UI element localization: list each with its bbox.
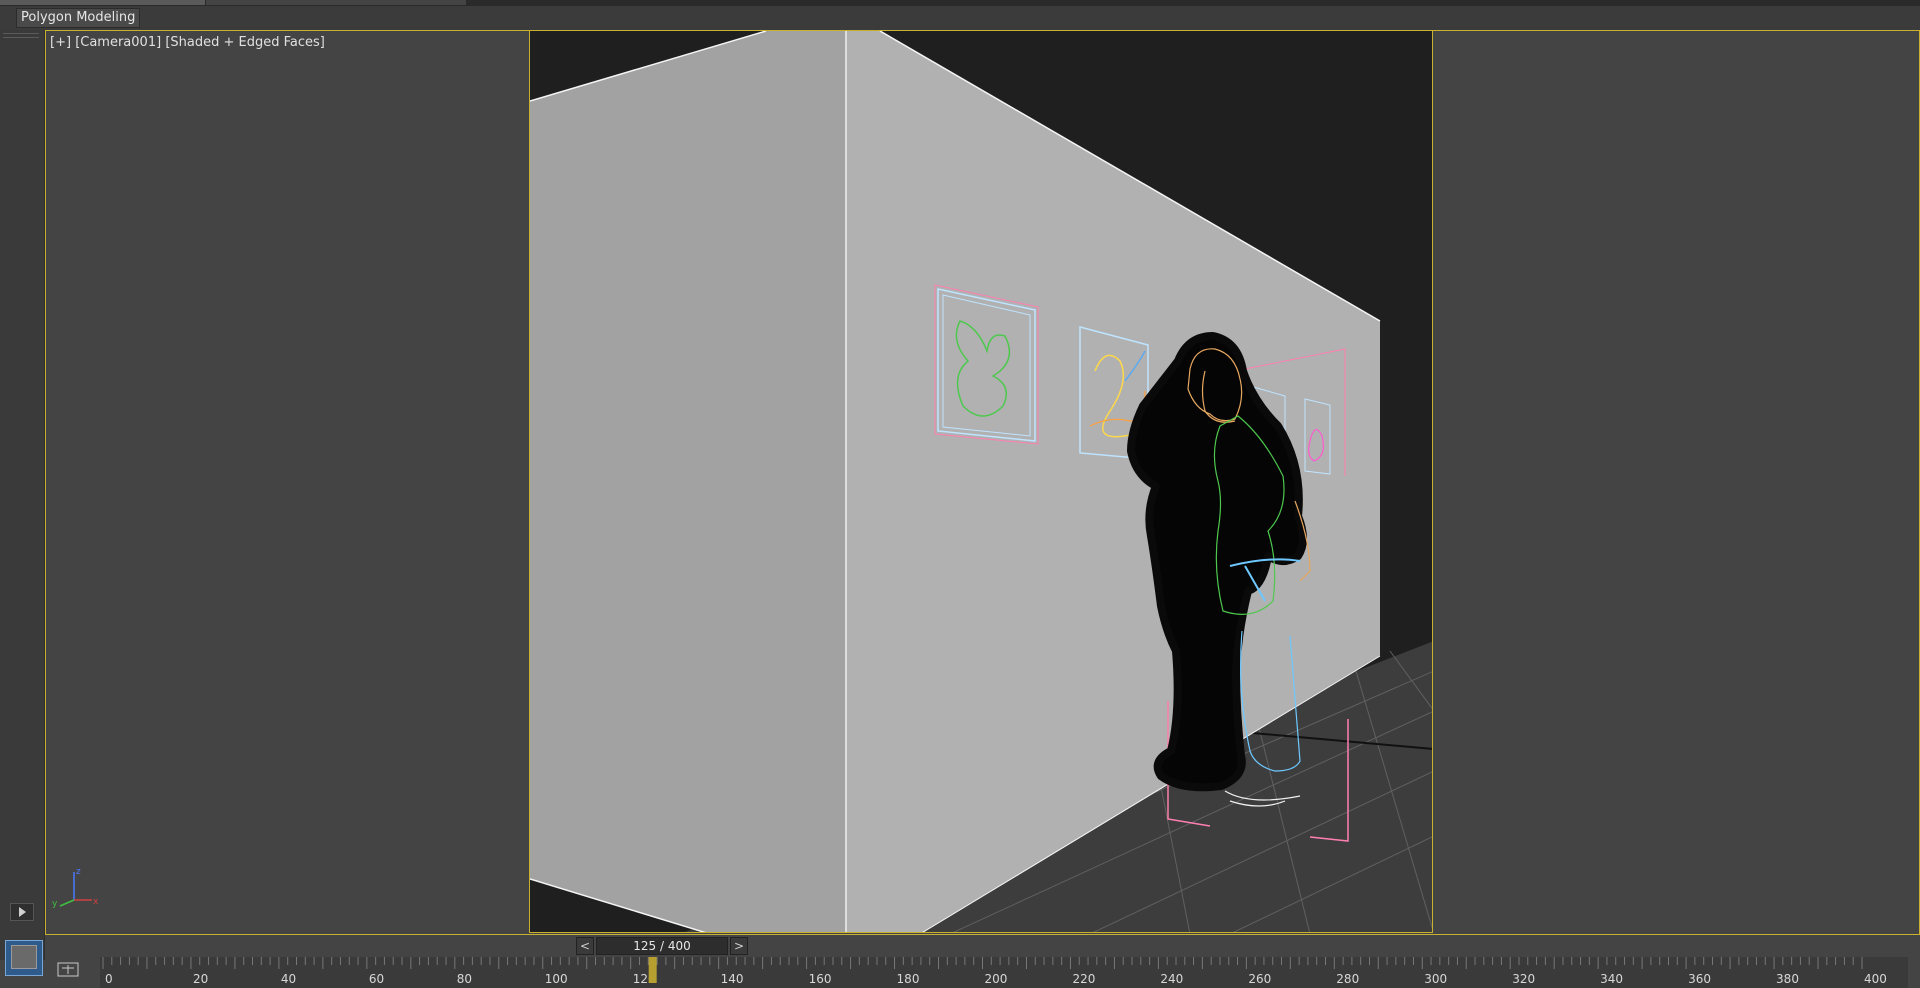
next-frame-button[interactable]: > bbox=[730, 937, 748, 955]
polygon-modeling-tab[interactable]: Polygon Modeling bbox=[16, 8, 141, 28]
timeline-tick-label: 140 bbox=[721, 972, 744, 986]
timeline-tick-label: 240 bbox=[1160, 972, 1183, 986]
set-key-icon[interactable] bbox=[56, 960, 80, 980]
axis-z-label: z bbox=[76, 867, 81, 877]
timeline-tick-label: 60 bbox=[369, 972, 384, 986]
time-marker[interactable] bbox=[648, 957, 657, 983]
viewport-menu-plus[interactable]: [+] bbox=[50, 35, 71, 50]
timeline-tick-label: 400 bbox=[1864, 972, 1887, 986]
timeline-tick-label: 300 bbox=[1424, 972, 1447, 986]
axis-tripod-icon: z x y bbox=[52, 867, 99, 909]
previous-frame-button[interactable]: < bbox=[576, 937, 594, 955]
timeline-tick-label: 280 bbox=[1336, 972, 1359, 986]
timeline-track[interactable]: 0 20 40 60 80 100 120 140 160 180 200 220 240 260 280 3… bbox=[100, 957, 1908, 988]
timeline-tick-label: 360 bbox=[1688, 972, 1711, 986]
ribbon-tab-strip bbox=[0, 0, 1920, 6]
timeline-tick-label: 220 bbox=[1072, 972, 1095, 986]
left-toolbar bbox=[0, 30, 45, 960]
timeline-tick-label: 0 bbox=[105, 972, 113, 986]
ribbon-tab[interactable] bbox=[206, 0, 466, 5]
timeline-thumbnail-button[interactable] bbox=[5, 940, 43, 976]
timeline-tick-label: 340 bbox=[1600, 972, 1623, 986]
thumbnail-icon bbox=[11, 945, 37, 969]
viewport-shading-label[interactable]: [Shaded + Edged Faces] bbox=[165, 35, 325, 50]
timeline-tick-label: 200 bbox=[985, 972, 1008, 986]
timeline-tick-label: 180 bbox=[897, 972, 920, 986]
scene-graphic bbox=[530, 31, 1432, 932]
ribbon-tab-active[interactable] bbox=[0, 0, 205, 5]
viewport-camera-label[interactable]: [Camera001] bbox=[75, 35, 161, 50]
timeline-tick-label: 40 bbox=[281, 972, 296, 986]
timeline-tick-label: 380 bbox=[1776, 972, 1799, 986]
viewport-label: [+] [Camera001] [Shaded + Edged Faces] bbox=[50, 35, 325, 50]
play-button[interactable] bbox=[10, 903, 34, 921]
timeline-tick-label: 160 bbox=[809, 972, 832, 986]
timeline-tick-label: 320 bbox=[1512, 972, 1535, 986]
timeline-tick-label: 100 bbox=[545, 972, 568, 986]
toolbar-grip[interactable] bbox=[3, 33, 39, 38]
axis-y-label: y bbox=[52, 899, 58, 909]
frame-display[interactable]: 125 / 400 bbox=[596, 937, 728, 955]
play-icon bbox=[18, 907, 26, 917]
timeline-tick-label: 80 bbox=[457, 972, 472, 986]
timeline-tick-label: 20 bbox=[193, 972, 208, 986]
axis-x-label: x bbox=[93, 897, 99, 907]
ribbon-bar: Polygon Modeling bbox=[0, 0, 1920, 30]
safe-frame-render[interactable] bbox=[529, 30, 1433, 933]
timeline-tick-label: 260 bbox=[1248, 972, 1271, 986]
